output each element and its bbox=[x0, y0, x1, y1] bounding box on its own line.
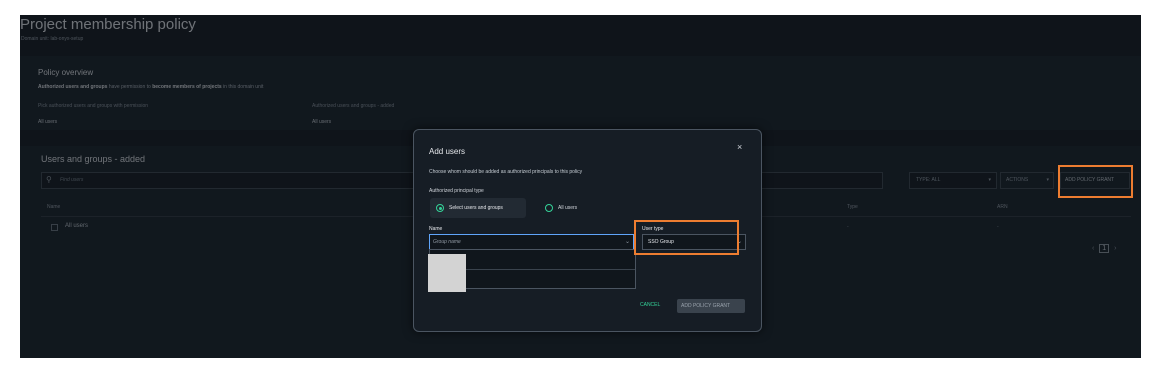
page-subtitle: Domain unit: lab-onyx-setup bbox=[21, 36, 84, 42]
column-header-arn: ARN bbox=[997, 204, 1008, 210]
radio-unchecked-icon bbox=[545, 204, 553, 212]
redacted-block bbox=[428, 254, 466, 292]
name-field-label: Name bbox=[429, 226, 443, 232]
radio-checked-icon bbox=[436, 204, 444, 212]
add-policy-grant-modal-label: ADD POLICY GRANT bbox=[681, 303, 731, 309]
chevron-down-icon: ▾ bbox=[988, 177, 991, 183]
column-header-type: Type bbox=[847, 204, 858, 210]
modal-description: Choose whom should be added as authorize… bbox=[429, 169, 583, 175]
search-icon: ⚲ bbox=[46, 175, 52, 184]
page-title: Project membership policy bbox=[20, 16, 196, 33]
highlight-user-type bbox=[634, 220, 739, 255]
overview-label-1: Pick authorized users and groups with pe… bbox=[38, 103, 149, 109]
pager-next-button[interactable]: › bbox=[1114, 245, 1116, 252]
overview-label-2: Authorized users and groups - added bbox=[312, 103, 395, 109]
chevron-down-icon: ⌄ bbox=[624, 239, 630, 245]
overview-desc-bold-1: Authorized users and groups bbox=[38, 84, 108, 90]
table-row-name: All users bbox=[65, 223, 89, 229]
overview-value-1: All users bbox=[38, 119, 58, 125]
radio-all-users-label: All users bbox=[558, 205, 578, 211]
modal-title: Add users bbox=[429, 147, 466, 156]
overview-desc-end: in this domain unit bbox=[221, 84, 264, 90]
group-name-input[interactable]: Group name ⌄ bbox=[429, 234, 634, 250]
radio-select-users-groups[interactable]: Select users and groups bbox=[430, 198, 526, 218]
overview-desc-mid: have permission to bbox=[107, 84, 153, 90]
cancel-button[interactable]: CANCEL bbox=[640, 302, 660, 308]
pagination: ‹ 1 › bbox=[1092, 244, 1117, 253]
overview-title: Policy overview bbox=[38, 68, 94, 77]
overview-value-2: All users bbox=[312, 119, 332, 125]
policy-overview-panel: Policy overview Authorized users and gro… bbox=[20, 56, 1141, 130]
column-header-name: Name bbox=[47, 204, 61, 210]
type-filter-label: TYPE: ALL bbox=[916, 177, 941, 183]
overview-description: Authorized users and groups have permiss… bbox=[38, 84, 263, 90]
type-filter-select[interactable]: TYPE: ALL ▾ bbox=[909, 172, 997, 189]
table-row-type: - bbox=[847, 224, 849, 230]
radio-all-users[interactable]: All users bbox=[545, 198, 605, 218]
pager-prev-button[interactable]: ‹ bbox=[1092, 245, 1094, 252]
chevron-down-icon: ▾ bbox=[1046, 177, 1049, 183]
actions-button[interactable]: ACTIONS ▾ bbox=[1000, 172, 1054, 189]
highlight-add-policy-grant bbox=[1058, 165, 1133, 198]
pager-current-page[interactable]: 1 bbox=[1099, 244, 1110, 253]
radio-select-users-groups-label: Select users and groups bbox=[449, 205, 503, 211]
principal-type-label: Authorized principal type bbox=[429, 188, 484, 194]
users-groups-title: Users and groups - added bbox=[41, 154, 146, 164]
group-name-placeholder: Group name bbox=[433, 239, 461, 245]
add-policy-grant-modal-button[interactable]: ADD POLICY GRANT bbox=[677, 299, 745, 313]
row-checkbox[interactable] bbox=[51, 224, 58, 231]
close-icon[interactable]: × bbox=[737, 142, 742, 152]
overview-desc-bold-2: become members of projects bbox=[152, 84, 222, 90]
table-row-arn: - bbox=[997, 224, 999, 230]
actions-label: ACTIONS bbox=[1006, 177, 1029, 183]
search-placeholder: Find users bbox=[60, 177, 84, 183]
